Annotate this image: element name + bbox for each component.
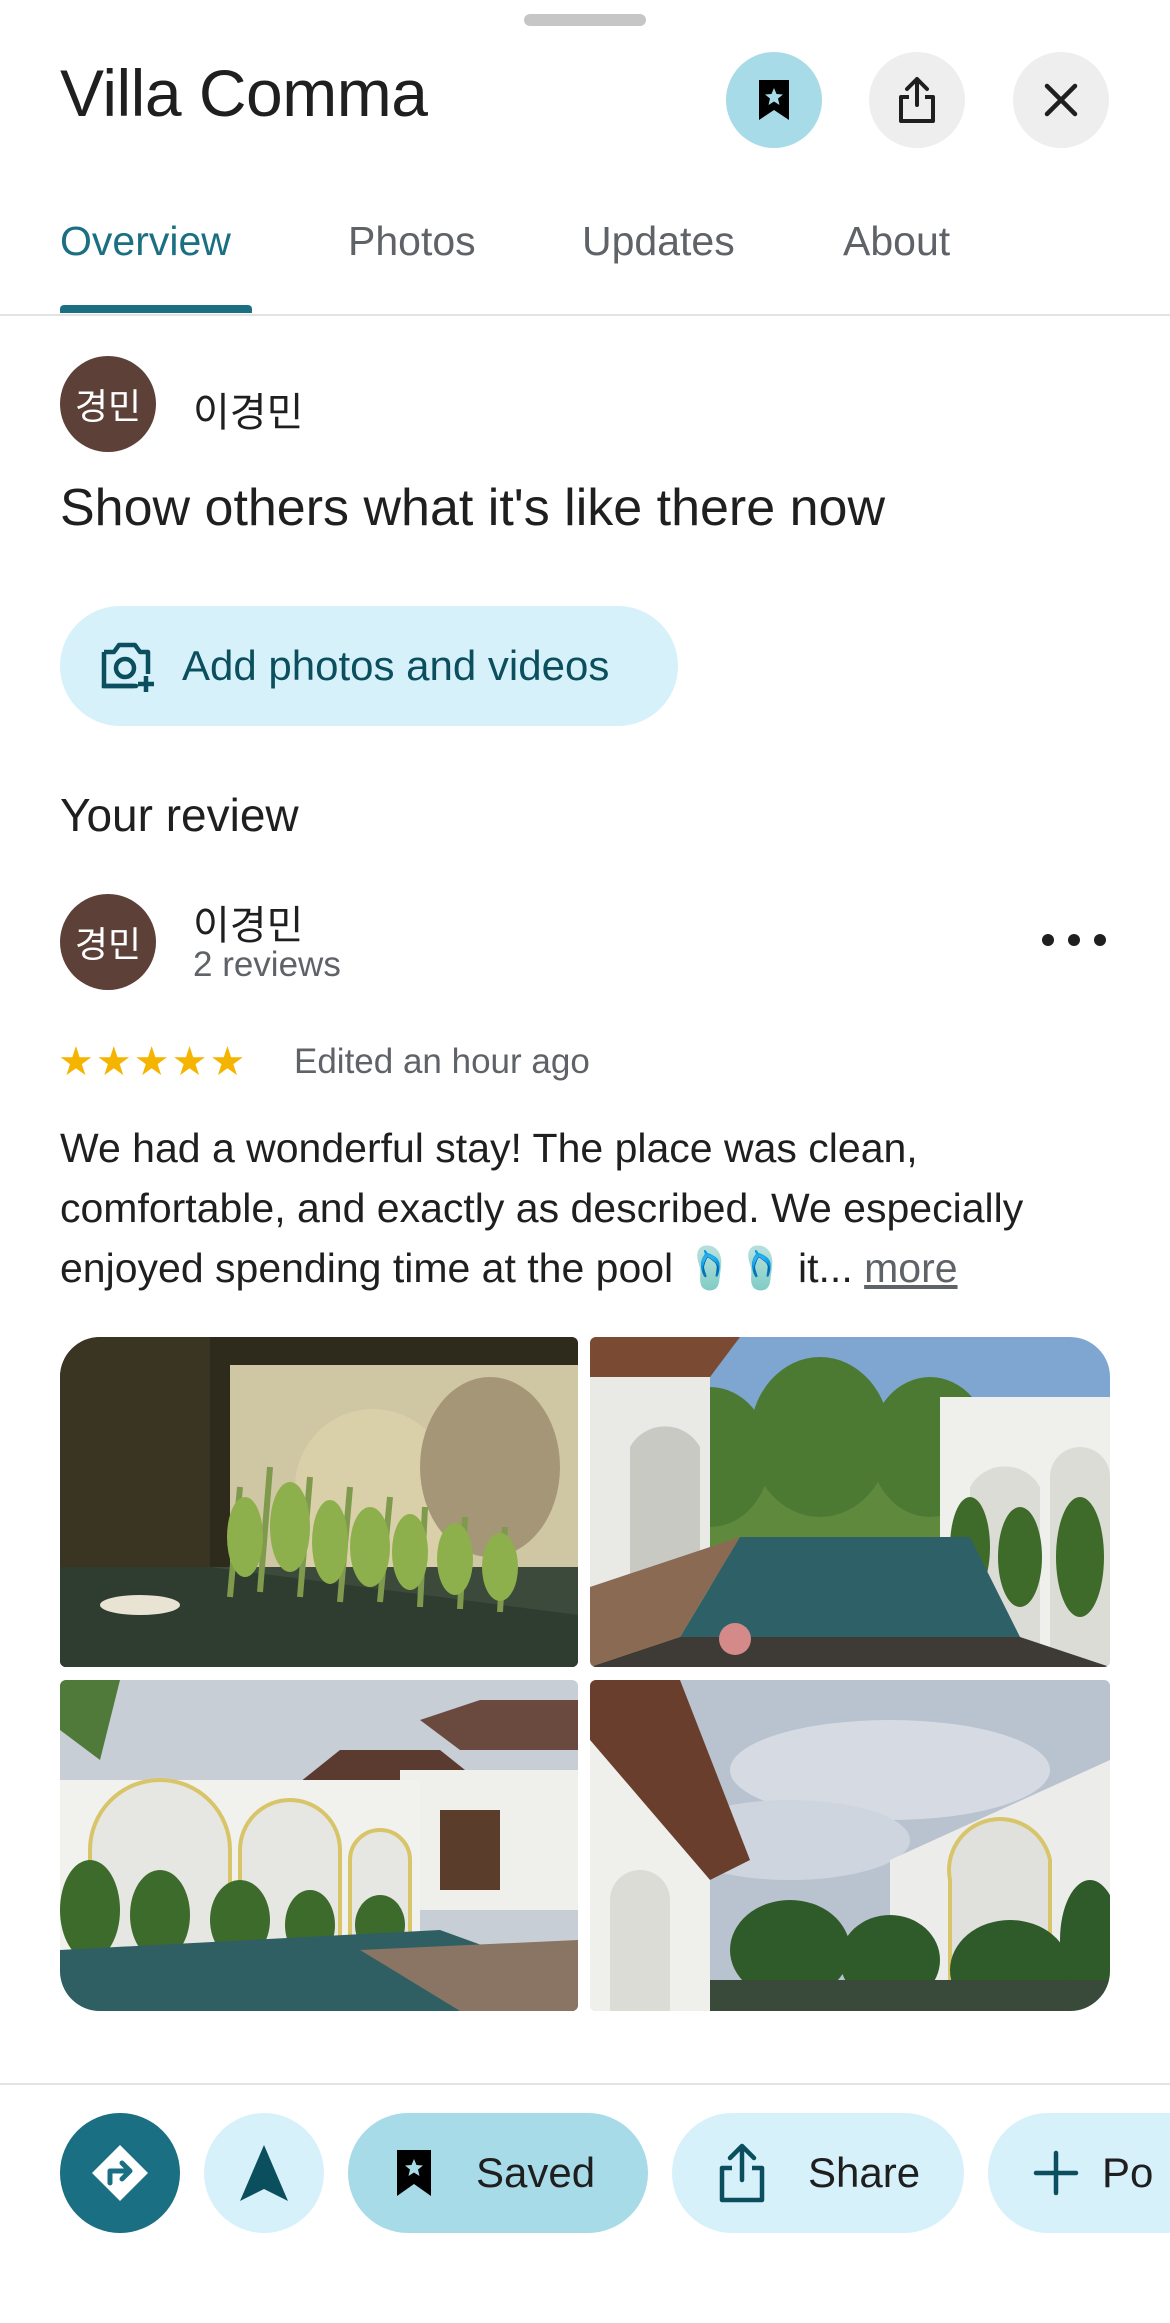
avatar[interactable]: 경민 bbox=[60, 356, 156, 452]
place-title: Villa Comma bbox=[60, 56, 428, 130]
close-button[interactable] bbox=[1013, 52, 1109, 148]
post-label: Po bbox=[1102, 2149, 1154, 2196]
navigation-arrow-icon bbox=[240, 2145, 288, 2201]
drag-handle[interactable] bbox=[524, 14, 646, 26]
star-icon: ★ bbox=[171, 1040, 208, 1084]
post-button[interactable]: Po bbox=[988, 2113, 1170, 2233]
add-photos-button[interactable]: Add photos and videos bbox=[60, 606, 678, 726]
star-icon: ★ bbox=[209, 1040, 246, 1084]
share-icon bbox=[899, 77, 935, 123]
star-icon: ★ bbox=[133, 1040, 170, 1084]
plus-icon bbox=[1033, 2150, 1079, 2196]
more-options-icon[interactable] bbox=[1042, 918, 1106, 962]
share-label: Share bbox=[808, 2149, 921, 2196]
review-photo[interactable] bbox=[60, 1337, 578, 1667]
add-photo-icon bbox=[101, 642, 154, 692]
saved-button[interactable]: Saved bbox=[348, 2113, 648, 2233]
star-rating: ★ ★ ★ ★ ★ bbox=[58, 1038, 245, 1086]
share-button[interactable] bbox=[869, 52, 965, 148]
saved-label: Saved bbox=[476, 2149, 596, 2196]
place-sheet: Villa Comma Overview Photos Updates Abou… bbox=[0, 0, 1170, 2323]
action-bar: Saved Share Po bbox=[0, 2083, 1170, 2323]
review-photo[interactable] bbox=[590, 1680, 1110, 2011]
review-count: 2 reviews bbox=[193, 945, 341, 984]
add-photos-label: Add photos and videos bbox=[182, 642, 610, 689]
more-link[interactable]: more bbox=[864, 1245, 957, 1291]
share-icon bbox=[719, 2143, 765, 2203]
close-icon bbox=[1044, 83, 1078, 117]
bookmark-icon bbox=[397, 2150, 431, 2196]
user-name: 이경민 bbox=[193, 391, 304, 435]
reviewer-avatar[interactable]: 경민 bbox=[60, 894, 156, 990]
tab-bar: Overview Photos Updates About bbox=[0, 200, 1170, 316]
directions-icon bbox=[92, 2145, 148, 2201]
tab-overview[interactable]: Overview bbox=[60, 218, 231, 265]
start-navigation-button[interactable] bbox=[204, 2113, 324, 2233]
review-photo[interactable] bbox=[60, 1680, 578, 2011]
review-text: We had a wonderful stay! The place was c… bbox=[60, 1118, 1120, 1298]
star-icon: ★ bbox=[58, 1040, 94, 1084]
star-icon: ★ bbox=[95, 1040, 132, 1084]
tab-about[interactable]: About bbox=[843, 218, 950, 265]
directions-button[interactable] bbox=[60, 2113, 180, 2233]
bookmark-icon bbox=[759, 80, 789, 120]
contribute-prompt: Show others what it's like there now bbox=[60, 479, 885, 537]
review-photo[interactable] bbox=[590, 1337, 1110, 1667]
active-tab-indicator bbox=[60, 305, 252, 313]
your-review-heading: Your review bbox=[60, 789, 299, 841]
tab-updates[interactable]: Updates bbox=[582, 218, 735, 265]
save-button[interactable] bbox=[726, 52, 822, 148]
reviewer-name[interactable]: 이경민 bbox=[193, 893, 303, 951]
share-button[interactable]: Share bbox=[672, 2113, 964, 2233]
tab-photos[interactable]: Photos bbox=[348, 218, 476, 265]
edited-timestamp: Edited an hour ago bbox=[294, 1042, 590, 1081]
